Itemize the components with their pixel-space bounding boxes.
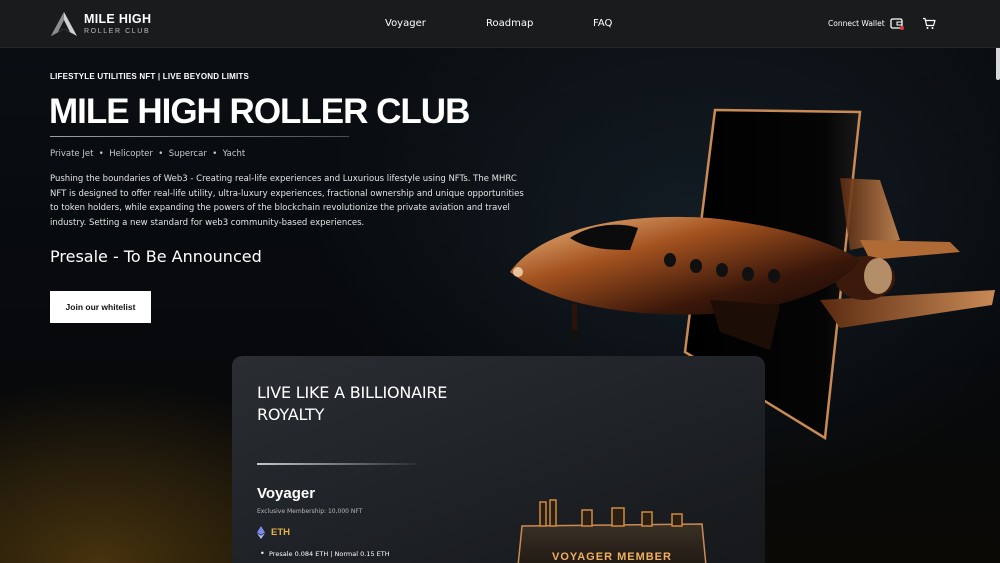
logo-title: MILE HIGH — [84, 12, 152, 27]
brand-logo[interactable]: MILE HIGH ROLLER CLUB — [50, 10, 151, 38]
top-header: MILE HIGH ROLLER CLUB Voyager Roadmap FA… — [0, 0, 1000, 48]
hero-eyebrow: LIFESTYLE UTILITIES NFT | LIVE BEYOND LI… — [50, 72, 250, 81]
wallet-icon[interactable] — [890, 17, 904, 30]
hero-title: MILE HIGH ROLLER CLUB — [49, 92, 470, 131]
logo-subtitle: ROLLER CLUB — [84, 27, 151, 35]
connect-wallet-link[interactable]: Connect Wallet — [828, 19, 885, 28]
membership-name: Voyager — [257, 485, 316, 502]
logo-mark-icon — [51, 12, 77, 36]
vehicle-list: Private Jet • Helicopter • Supercar • Ya… — [50, 149, 246, 159]
badge-text: VOYAGER MEMBER — [552, 551, 672, 563]
membership-count: Exclusive Membership: 10,000 NFT — [257, 508, 363, 515]
title-divider — [50, 136, 349, 137]
membership-card: LIVE LIKE A BILLIONAIRE ROYALTY Voyager … — [232, 356, 765, 563]
nav-roadmap[interactable]: Roadmap — [486, 18, 533, 29]
card-heading: LIVE LIKE A BILLIONAIRE ROYALTY — [257, 383, 448, 424]
nav-faq[interactable]: FAQ — [593, 18, 612, 29]
voyager-badge-illustration: VOYAGER MEMBER — [517, 499, 707, 563]
nav-voyager[interactable]: Voyager — [385, 18, 426, 29]
cart-icon[interactable] — [922, 17, 936, 30]
price-info: Presale 0.084 ETH | Normal 0.15 ETH — [260, 549, 390, 558]
card-divider — [257, 463, 417, 465]
hero-description: Pushing the boundaries of Web3 - Creatin… — [50, 174, 524, 228]
join-whitelist-button[interactable]: Join our whitelist — [50, 291, 151, 323]
currency-row: ETH — [257, 526, 290, 539]
currency-label: ETH — [271, 527, 290, 538]
ethereum-icon — [257, 526, 265, 539]
presale-status: Presale - To Be Announced — [50, 247, 262, 266]
